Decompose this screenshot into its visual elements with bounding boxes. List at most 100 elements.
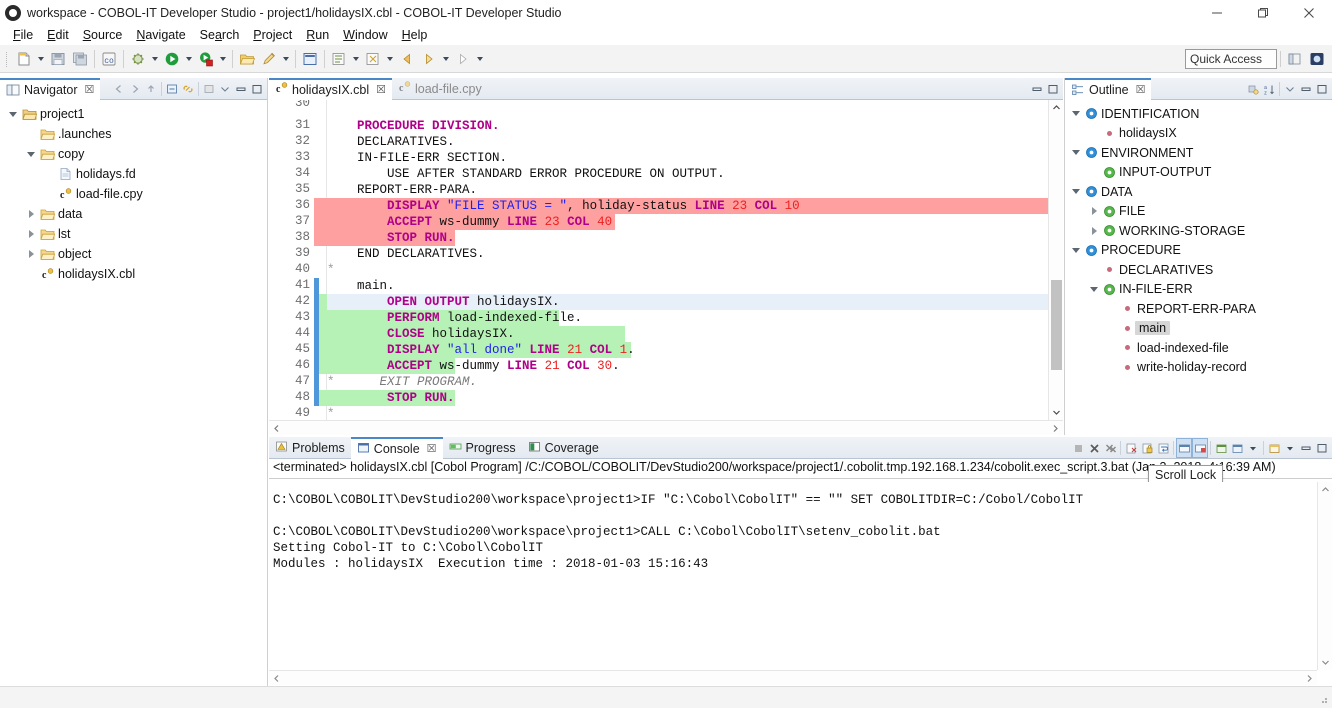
menu-run[interactable]: Run xyxy=(299,26,336,44)
clear-console-icon[interactable] xyxy=(1123,438,1139,458)
console-icon[interactable] xyxy=(299,48,321,70)
minimize-icon[interactable] xyxy=(1298,79,1314,99)
outline-item[interactable]: IN-FILE-ERR xyxy=(1065,280,1332,300)
maximize-icon[interactable] xyxy=(1314,79,1330,99)
console-vertical-scrollbar[interactable] xyxy=(1317,482,1332,670)
code-editing-area[interactable]: 3031 PROCEDURE DIVISION.32 DECLARATIVES.… xyxy=(269,100,1063,435)
maximize-icon[interactable] xyxy=(249,79,265,99)
outline-item[interactable]: IDENTIFICATION xyxy=(1065,104,1332,124)
quick-access-input[interactable] xyxy=(1185,49,1277,69)
debug-dropdown-arrow[interactable] xyxy=(149,48,161,70)
code-line[interactable]: PERFORM load-indexed-file. xyxy=(327,310,582,326)
code-line[interactable]: PROCEDURE DIVISION. xyxy=(327,118,500,134)
view-chevron-icon[interactable] xyxy=(1282,79,1298,99)
forward-nav-dropdown-arrow[interactable] xyxy=(474,48,486,70)
code-line[interactable]: main. xyxy=(327,278,395,294)
close-icon[interactable]: ☒ xyxy=(85,83,95,96)
view-chevron-icon[interactable] xyxy=(217,79,233,99)
scroll-right-arrow[interactable] xyxy=(1302,671,1317,686)
twisty-collapsed-icon[interactable] xyxy=(24,224,38,244)
outline-toggle-icon[interactable] xyxy=(328,48,350,70)
close-icon[interactable]: ☒ xyxy=(1136,83,1146,96)
menu-help[interactable]: Help xyxy=(395,26,435,44)
run-icon[interactable] xyxy=(161,48,183,70)
resize-grip-icon[interactable] xyxy=(1317,693,1329,705)
collapse-all-icon[interactable] xyxy=(164,79,180,99)
scroll-down-arrow[interactable] xyxy=(1049,405,1064,420)
maximize-button[interactable] xyxy=(1240,0,1286,25)
close-icon[interactable]: ☒ xyxy=(376,83,386,96)
code-line[interactable]: DISPLAY "FILE STATUS = ", holiday-status… xyxy=(327,198,800,214)
debug-icon[interactable] xyxy=(127,48,149,70)
twisty-collapsed-icon[interactable] xyxy=(24,244,38,264)
pencil-dropdown-arrow[interactable] xyxy=(280,48,292,70)
console-tab-progress[interactable]: Progress xyxy=(443,437,522,459)
editor-horizontal-scrollbar[interactable] xyxy=(269,420,1063,435)
code-line[interactable]: ACCEPT ws-dummy LINE 23 COL 40 xyxy=(327,214,612,230)
code-line[interactable]: * EXIT PROGRAM. xyxy=(327,374,477,390)
scroll-left-arrow[interactable] xyxy=(269,421,284,436)
maximize-icon[interactable] xyxy=(1045,79,1061,99)
twisty-expanded-icon[interactable] xyxy=(24,144,38,164)
search-dropdown-arrow[interactable] xyxy=(384,48,396,70)
close-icon[interactable]: ☒ xyxy=(427,442,437,455)
search-next-icon[interactable] xyxy=(362,48,384,70)
open-folder-icon[interactable] xyxy=(236,48,258,70)
code-line[interactable]: ACCEPT ws-dummy LINE 21 COL 30. xyxy=(327,358,620,374)
editor-vertical-scrollbar[interactable] xyxy=(1048,100,1063,420)
menu-navigate[interactable]: Navigate xyxy=(129,26,192,44)
code-line[interactable]: USE AFTER STANDARD ERROR PROCEDURE ON OU… xyxy=(327,166,725,182)
scroll-left-arrow[interactable] xyxy=(269,671,284,686)
outline-dropdown-arrow[interactable] xyxy=(350,48,362,70)
outline-item[interactable]: DECLARATIVES xyxy=(1065,260,1332,280)
outline-item[interactable]: FILE xyxy=(1065,202,1332,222)
menu-edit[interactable]: Edit xyxy=(40,26,76,44)
cobol-perspective-icon[interactable] xyxy=(1306,48,1328,70)
code-line[interactable]: END DECLARATIVES. xyxy=(327,246,485,262)
code-line[interactable]: DISPLAY "all done" LINE 21 COL 1. xyxy=(327,342,635,358)
minimize-button[interactable] xyxy=(1194,0,1240,25)
new-dropdown-arrow[interactable] xyxy=(35,48,47,70)
tab-outline[interactable]: Outline ☒ xyxy=(1065,78,1151,100)
close-button[interactable] xyxy=(1286,0,1332,25)
outline-item[interactable]: main xyxy=(1065,319,1332,339)
menu-search[interactable]: Search xyxy=(193,26,247,44)
nav-tree-item[interactable]: lst xyxy=(0,224,267,244)
coverage-icon[interactable] xyxy=(195,48,217,70)
forward-nav-icon[interactable] xyxy=(452,48,474,70)
code-line[interactable]: STOP RUN. xyxy=(327,230,455,246)
editor-scroll-thumb[interactable] xyxy=(1051,280,1062,370)
menu-window[interactable]: Window xyxy=(336,26,394,44)
scroll-up-arrow[interactable] xyxy=(1318,482,1332,497)
console-tab-console[interactable]: Console☒ xyxy=(351,437,443,459)
toolbar-grip[interactable] xyxy=(4,50,11,68)
editor-tab-load-file-cpy[interactable]: cload-file.cpy xyxy=(392,78,488,100)
code-line[interactable]: DECLARATIVES. xyxy=(327,134,455,150)
new-wizard-icon[interactable] xyxy=(13,48,35,70)
scroll-down-arrow[interactable] xyxy=(1318,655,1332,670)
outline-item[interactable]: DATA xyxy=(1065,182,1332,202)
nav-tree-item[interactable]: data xyxy=(0,204,267,224)
twisty-expanded-icon[interactable] xyxy=(1069,104,1083,124)
minimize-icon[interactable] xyxy=(233,79,249,99)
outline-item[interactable]: holidaysIX xyxy=(1065,124,1332,144)
twisty-collapsed-icon[interactable] xyxy=(1087,221,1101,241)
forward-icon[interactable] xyxy=(418,48,440,70)
nav-tree-item[interactable]: cholidaysIX.cbl xyxy=(0,264,267,284)
remove-launch-icon[interactable] xyxy=(1086,438,1102,458)
nav-tree-item[interactable]: object xyxy=(0,244,267,264)
menu-file[interactable]: File xyxy=(6,26,40,44)
maximize-icon[interactable] xyxy=(1314,438,1330,458)
save-icon[interactable] xyxy=(47,48,69,70)
display-dropdown-arrow[interactable] xyxy=(1245,438,1261,458)
editor-tab-holidaysix-cbl[interactable]: cholidaysIX.cbl☒ xyxy=(269,78,392,100)
code-line[interactable]: OPEN OUTPUT holidaysIX. xyxy=(327,294,560,310)
run-dropdown-arrow[interactable] xyxy=(183,48,195,70)
open-console-dropdown-arrow[interactable] xyxy=(1282,438,1298,458)
back-icon[interactable] xyxy=(396,48,418,70)
forward-icon[interactable] xyxy=(127,79,143,99)
code-line[interactable]: * xyxy=(327,262,335,278)
outline-item[interactable]: REPORT-ERR-PARA xyxy=(1065,299,1332,319)
open-console-icon[interactable] xyxy=(1266,438,1282,458)
tab-navigator[interactable]: Navigator ☒ xyxy=(0,78,100,100)
